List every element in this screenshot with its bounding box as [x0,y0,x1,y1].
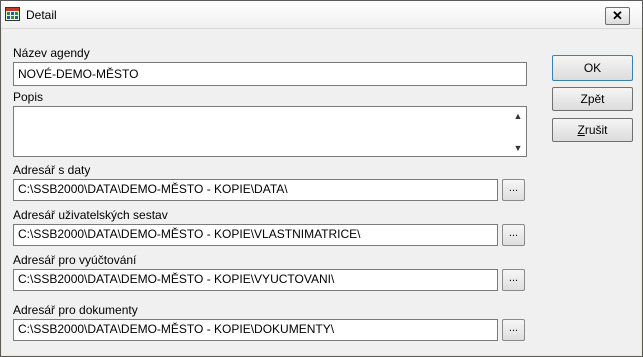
nazev-agendy-label: Název agendy [13,46,90,60]
adresar-dokumenty-label: Adresář pro dokumenty [13,303,138,317]
dialog-body: Název agendy NOVÉ-DEMO-MĚSTO Popis ▲ ▼ A… [2,29,641,355]
back-button[interactable]: Zpět [552,87,633,111]
calculator-grid-icon [5,7,20,21]
adresar-data-input[interactable]: C:\SSB2000\DATA\DEMO-MĚSTO - KOPIE\DATA\ [13,179,498,201]
detail-dialog: Detail ✕ Název agendy NOVÉ-DEMO-MĚSTO Po… [0,0,643,357]
browse-sestav-button[interactable]: ... [502,224,525,246]
popis-label: Popis [13,90,44,104]
browse-data-button[interactable]: ... [502,179,525,201]
scroll-up-icon[interactable]: ▲ [513,111,523,121]
close-icon: ✕ [612,8,623,23]
adresar-sestav-input[interactable]: C:\SSB2000\DATA\DEMO-MĚSTO - KOPIE\VLAST… [13,224,498,246]
popis-scrollbar[interactable]: ▲ ▼ [510,107,526,156]
browse-dokumenty-button[interactable]: ... [502,319,525,341]
cancel-button[interactable]: Zrušit [552,118,633,142]
window-title: Detail [26,8,57,22]
close-button[interactable]: ✕ [605,7,630,25]
adresar-dokumenty-input[interactable]: C:\SSB2000\DATA\DEMO-MĚSTO - KOPIE\DOKUM… [13,319,498,341]
adresar-vyuctovani-label: Adresář pro vyúčtování [13,253,137,267]
adresar-data-label: Adresář s daty [13,163,91,177]
browse-vyuctovani-button[interactable]: ... [502,269,525,291]
adresar-vyuctovani-input[interactable]: C:\SSB2000\DATA\DEMO-MĚSTO - KOPIE\VYUCT… [13,269,498,291]
popis-textarea[interactable]: ▲ ▼ [13,106,527,157]
cancel-accelerator: Z [577,123,585,137]
nazev-agendy-input[interactable]: NOVÉ-DEMO-MĚSTO [13,62,527,86]
ok-button[interactable]: OK [552,55,633,81]
adresar-sestav-label: Adresář uživatelských sestav [13,208,168,222]
cancel-label-rest: rušit [584,123,608,137]
scroll-down-icon[interactable]: ▼ [513,143,523,153]
title-bar[interactable]: Detail ✕ [1,1,642,29]
